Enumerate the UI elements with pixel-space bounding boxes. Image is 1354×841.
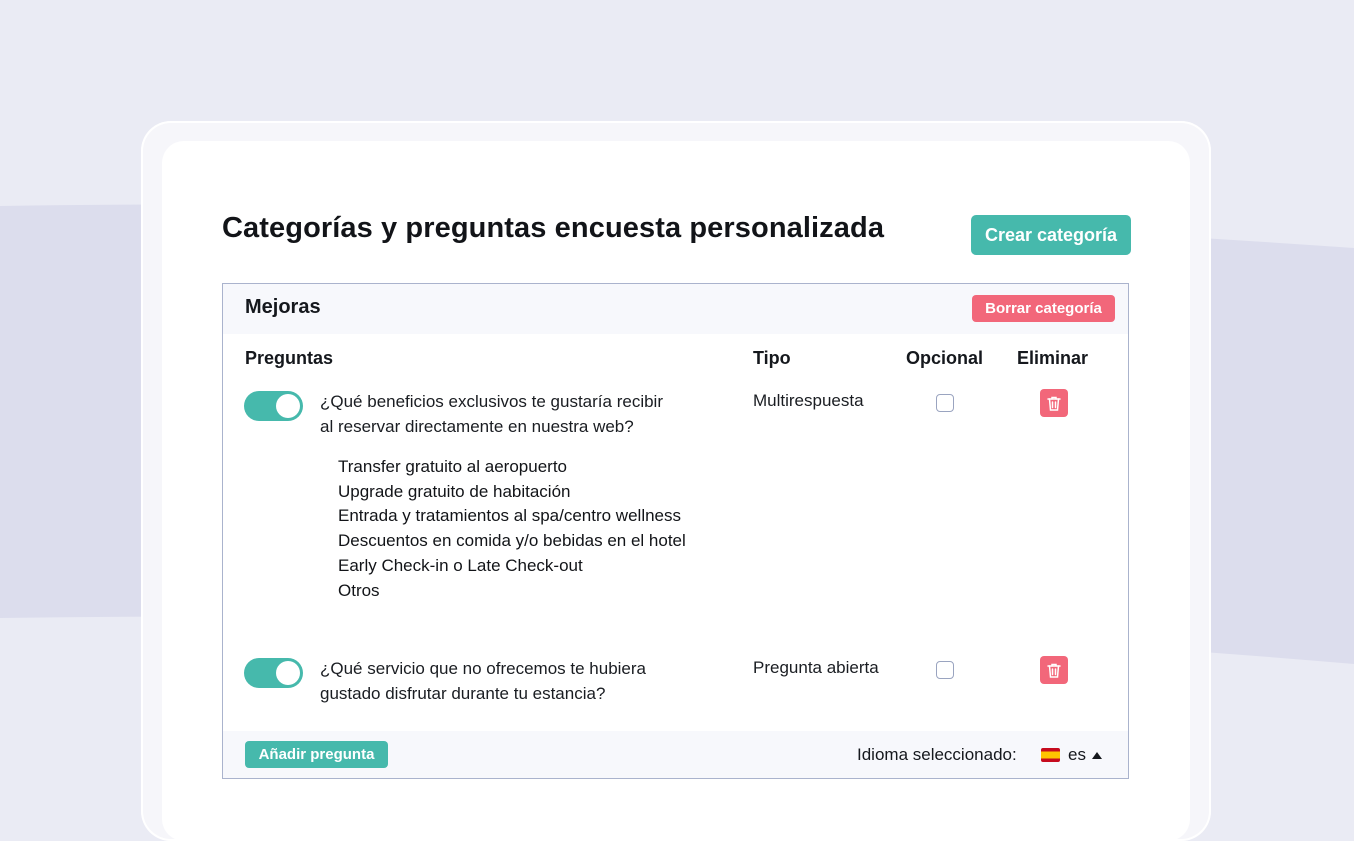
language-label: Idioma seleccionado: <box>857 745 1017 764</box>
option-item: Descuentos en comida y/o bebidas en el h… <box>338 531 686 551</box>
option-item: Early Check-in o Late Check-out <box>338 555 583 575</box>
category-panel: Mejoras Borrar categoría Preguntas Tipo … <box>222 283 1129 779</box>
question-1-delete-button[interactable] <box>1040 389 1068 417</box>
caret-up-icon <box>1091 751 1102 759</box>
option-item: Otros <box>338 580 380 600</box>
question-2-text-line1: ¿Qué servicio que no ofrecemos te hubier… <box>320 659 647 678</box>
question-2-type: Pregunta abierta <box>753 658 879 677</box>
question-1-enabled-toggle[interactable] <box>244 391 303 421</box>
trash-icon <box>1047 396 1061 411</box>
question-1-text: ¿Qué beneficios exclusivos te gustaría r… <box>320 389 720 439</box>
create-category-button[interactable]: Crear categoría <box>971 215 1131 255</box>
spain-flag-icon <box>1041 748 1060 762</box>
question-1-text-line2: al reservar directamente en nuestra web? <box>320 417 634 436</box>
category-footer: Añadir pregunta Idioma seleccionado: es <box>223 731 1128 778</box>
category-name: Mejoras <box>245 296 321 318</box>
page-title: Categorías y preguntas encuesta personal… <box>222 212 885 244</box>
trash-icon <box>1047 663 1061 678</box>
category-header: Mejoras Borrar categoría <box>223 284 1128 334</box>
column-header-optional: Opcional <box>906 348 984 368</box>
column-header-delete: Eliminar <box>1017 348 1089 368</box>
toggle-knob <box>276 394 300 418</box>
language-code: es <box>1068 745 1086 764</box>
question-1-type: Multirespuesta <box>753 391 864 410</box>
option-item: Upgrade gratuito de habitación <box>338 481 571 501</box>
question-2-text: ¿Qué servicio que no ofrecemos te hubier… <box>320 656 720 706</box>
question-2-enabled-toggle[interactable] <box>244 658 303 688</box>
question-2-text-line2: gustado disfrutar durante tu estancia? <box>320 684 606 703</box>
question-1-text-line1: ¿Qué beneficios exclusivos te gustaría r… <box>320 392 663 411</box>
question-2-delete-button[interactable] <box>1040 656 1068 684</box>
toggle-knob <box>276 661 300 685</box>
option-item: Entrada y tratamientos al spa/centro wel… <box>338 506 682 526</box>
add-question-button[interactable]: Añadir pregunta <box>245 741 388 768</box>
language-select[interactable]: es <box>1041 744 1102 766</box>
column-header-type: Tipo <box>753 348 791 368</box>
option-item: Transfer gratuito al aeropuerto <box>338 457 567 476</box>
question-2-optional-checkbox[interactable] <box>936 661 954 679</box>
delete-category-button[interactable]: Borrar categoría <box>972 295 1115 322</box>
column-header-questions: Preguntas <box>245 348 334 368</box>
question-1-options: Transfer gratuito al aeropuerto Upgrade … <box>338 455 686 603</box>
question-1-optional-checkbox[interactable] <box>936 394 954 412</box>
